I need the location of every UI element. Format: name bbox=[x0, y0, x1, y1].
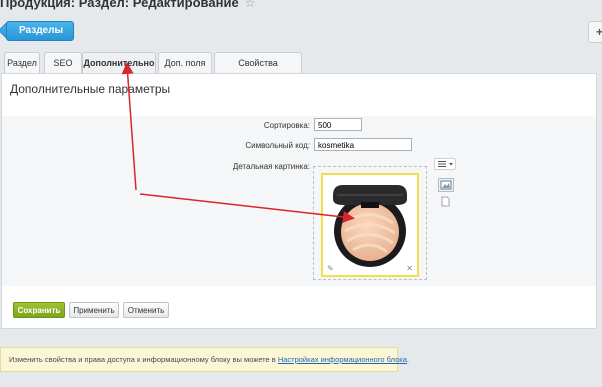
info-notice: Изменить свойства и права доступа к инфо… bbox=[0, 347, 409, 372]
tab-seo[interactable]: SEO bbox=[44, 52, 82, 73]
tab-extra-fields[interactable]: Доп. поля bbox=[158, 52, 212, 73]
panel-header: Дополнительные параметры bbox=[2, 74, 596, 117]
sections-back-button[interactable]: Разделы bbox=[6, 21, 74, 41]
notice-text: Изменить свойства и права доступа к инфо… bbox=[9, 355, 278, 364]
cancel-button[interactable]: Отменить bbox=[123, 302, 169, 318]
page-title-text: Продукция: Раздел: Редактирование bbox=[0, 0, 239, 10]
code-label: Символьный код: bbox=[245, 141, 310, 150]
edit-panel: Дополнительные параметры Сортировка: 500… bbox=[1, 73, 597, 329]
image-label: Детальная картинка: bbox=[232, 162, 310, 171]
sort-label: Сортировка: bbox=[263, 121, 310, 130]
form-area: Сортировка: 500 Символьный код: kosmetik… bbox=[2, 116, 596, 286]
notice-suffix: . bbox=[406, 355, 409, 364]
tab-additional[interactable]: Дополнительно bbox=[82, 52, 156, 74]
pencil-icon[interactable]: ✎ bbox=[327, 264, 334, 273]
menu-icon[interactable] bbox=[434, 158, 456, 170]
panel-title: Дополнительные параметры bbox=[10, 82, 171, 96]
image-library-icon[interactable] bbox=[438, 178, 454, 192]
save-button[interactable]: Сохранить bbox=[13, 302, 65, 318]
tab-section[interactable]: Раздел bbox=[4, 52, 40, 73]
file-icon[interactable] bbox=[441, 196, 450, 209]
star-icon[interactable]: ☆ bbox=[245, 0, 256, 10]
apply-button[interactable]: Применить bbox=[69, 302, 119, 318]
image-library-glyph bbox=[440, 180, 452, 190]
file-glyph bbox=[441, 196, 450, 207]
page-title: Продукция: Раздел: Редактирование ☆ bbox=[0, 0, 255, 17]
image-dropzone[interactable]: ✎ ✕ bbox=[313, 166, 427, 280]
close-icon[interactable]: ✕ bbox=[406, 264, 413, 273]
code-input[interactable]: kosmetika bbox=[314, 138, 412, 151]
add-button[interactable]: + bbox=[588, 21, 602, 43]
iblock-settings-link[interactable]: Настройках информационного блока bbox=[278, 355, 407, 364]
image-preview[interactable]: ✎ ✕ bbox=[321, 173, 419, 277]
tab-element-properties[interactable]: Свойства элементов bbox=[214, 52, 302, 88]
menu-icon-glyph bbox=[438, 161, 453, 167]
sort-input[interactable]: 500 bbox=[314, 118, 362, 131]
compact-powder-image bbox=[333, 185, 407, 267]
